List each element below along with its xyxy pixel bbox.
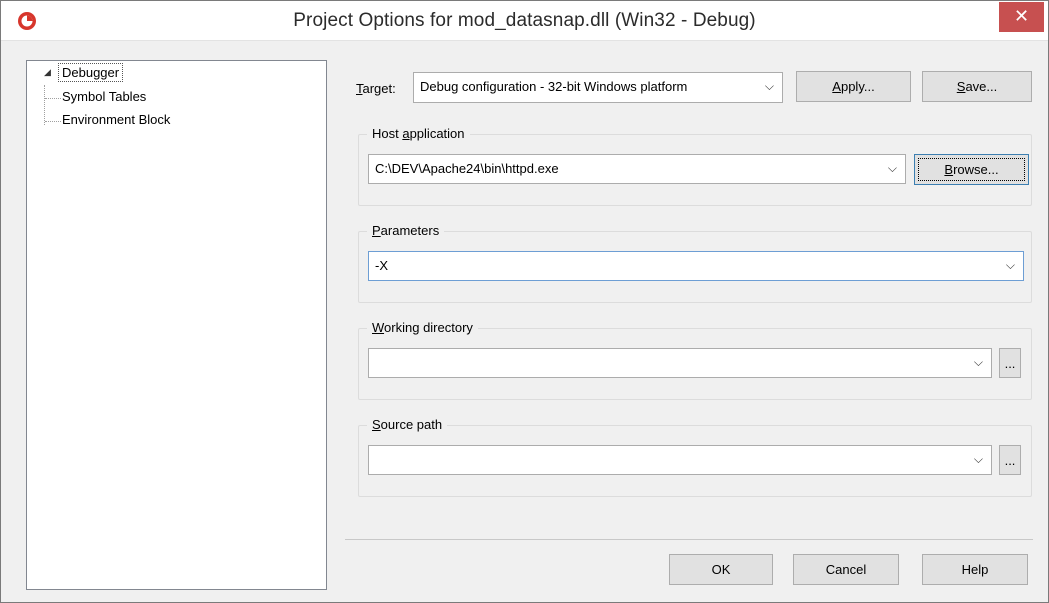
help-button[interactable]: Help [922, 554, 1028, 585]
title-bar: Project Options for mod_datasnap.dll (Wi… [1, 1, 1048, 41]
tree-connector [45, 98, 61, 99]
tree-connector [44, 85, 45, 125]
parameters-title: Parameters [367, 223, 445, 238]
parameters-dropdown[interactable]: -X ⌵ [368, 251, 1024, 281]
working-directory-browse-button[interactable]: ... [999, 348, 1021, 378]
target-configuration-dropdown[interactable]: Debug configuration - 32-bit Windows pla… [413, 72, 783, 103]
chevron-down-icon: ⌵ [764, 79, 774, 93]
working-directory-title: Working directory [367, 320, 478, 335]
working-directory-dropdown[interactable]: ⌵ [368, 348, 992, 378]
source-path-browse-button[interactable]: ... [999, 445, 1021, 475]
apply-button[interactable]: Apply... [796, 71, 911, 102]
browse-button[interactable]: Browse... [914, 154, 1029, 185]
tree-item-symbol-tables[interactable]: Symbol Tables [62, 89, 146, 104]
collapse-triangle-icon[interactable]: ◢ [44, 67, 51, 78]
tree-connector [45, 121, 61, 122]
window-title: Project Options for mod_datasnap.dll (Wi… [293, 10, 756, 31]
parameters-value: -X [375, 258, 388, 273]
chevron-down-icon: ⌵ [887, 161, 897, 175]
chevron-down-icon: ⌵ [973, 452, 983, 466]
footer-separator [345, 539, 1033, 540]
save-button[interactable]: Save... [922, 71, 1032, 102]
chevron-down-icon: ⌵ [1005, 258, 1015, 272]
cancel-button[interactable]: Cancel [793, 554, 899, 585]
host-application-title: Host application [367, 126, 470, 141]
tree-item-environment-block[interactable]: Environment Block [62, 112, 170, 127]
host-application-value: C:\DEV\Apache24\bin\httpd.exe [375, 161, 559, 176]
tree-item-debugger[interactable]: Debugger [58, 63, 124, 82]
ok-button[interactable]: OK [669, 554, 773, 585]
source-path-dropdown[interactable]: ⌵ [368, 445, 992, 475]
source-path-title: Source path [367, 417, 448, 432]
host-application-dropdown[interactable]: C:\DEV\Apache24\bin\httpd.exe ⌵ [368, 154, 906, 184]
close-button[interactable]: ✕ [999, 2, 1044, 32]
chevron-down-icon: ⌵ [973, 355, 983, 369]
project-options-dialog: Project Options for mod_datasnap.dll (Wi… [0, 0, 1049, 603]
target-configuration-value: Debug configuration - 32-bit Windows pla… [420, 79, 688, 94]
target-label: Target: [356, 81, 396, 96]
options-tree[interactable] [26, 60, 327, 590]
